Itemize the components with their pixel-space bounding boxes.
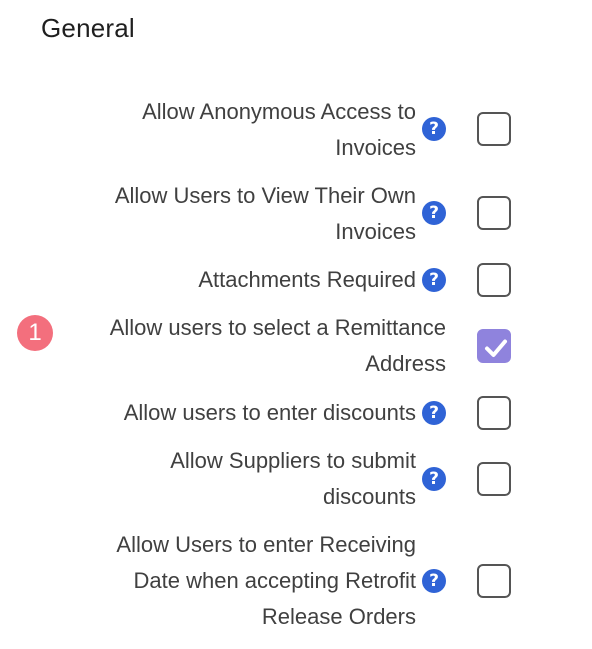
checkbox-enter-discounts[interactable] xyxy=(477,396,511,430)
setting-label: Allow users to enter discounts xyxy=(124,395,416,431)
checkmark-icon xyxy=(485,339,507,357)
setting-label: Attachments Required xyxy=(198,262,416,298)
checkbox-receiving-date[interactable] xyxy=(477,564,511,598)
label-line: Release Orders xyxy=(261,604,416,629)
label-line: Date when accepting Retrofit xyxy=(133,568,417,593)
setting-label: Allow Users to enter Receiving Date when… xyxy=(116,527,416,635)
help-icon[interactable]: ? xyxy=(422,201,446,225)
label-line: Address xyxy=(365,351,446,376)
label-line: discounts xyxy=(323,484,416,509)
label-line: Allow Suppliers to submit xyxy=(170,448,416,473)
checkbox-remittance-address[interactable] xyxy=(477,329,511,363)
help-icon[interactable]: ? xyxy=(422,569,446,593)
label-line: Invoices xyxy=(335,219,416,244)
help-icon[interactable]: ? xyxy=(422,268,446,292)
label-line: Allow users to select a Remittance xyxy=(109,315,446,340)
help-icon[interactable]: ? xyxy=(422,117,446,141)
checkbox-suppliers-submit-discounts[interactable] xyxy=(477,462,511,496)
label-line: Attachments Required xyxy=(198,267,416,292)
label-line: Allow Anonymous Access to xyxy=(142,99,416,124)
setting-label: Allow Users to View Their Own Invoices xyxy=(115,178,416,250)
label-line: Allow users to enter discounts xyxy=(123,400,416,425)
help-icon[interactable]: ? xyxy=(422,467,446,491)
checkbox-view-own-invoices[interactable] xyxy=(477,196,511,230)
label-line: Allow Users to enter Receiving xyxy=(116,532,416,557)
help-icon[interactable]: ? xyxy=(422,401,446,425)
setting-label: Allow Suppliers to submit discounts xyxy=(170,443,416,515)
label-line: Invoices xyxy=(335,135,416,160)
checkbox-attachments-required[interactable] xyxy=(477,263,511,297)
step-badge: 1 xyxy=(17,315,53,351)
checkbox-anonymous-access[interactable] xyxy=(477,112,511,146)
setting-label: Allow users to select a Remittance Addre… xyxy=(110,310,446,382)
setting-label: Allow Anonymous Access to Invoices xyxy=(142,94,416,166)
section-title: General xyxy=(41,13,135,43)
label-line: Allow Users to View Their Own xyxy=(114,183,416,208)
